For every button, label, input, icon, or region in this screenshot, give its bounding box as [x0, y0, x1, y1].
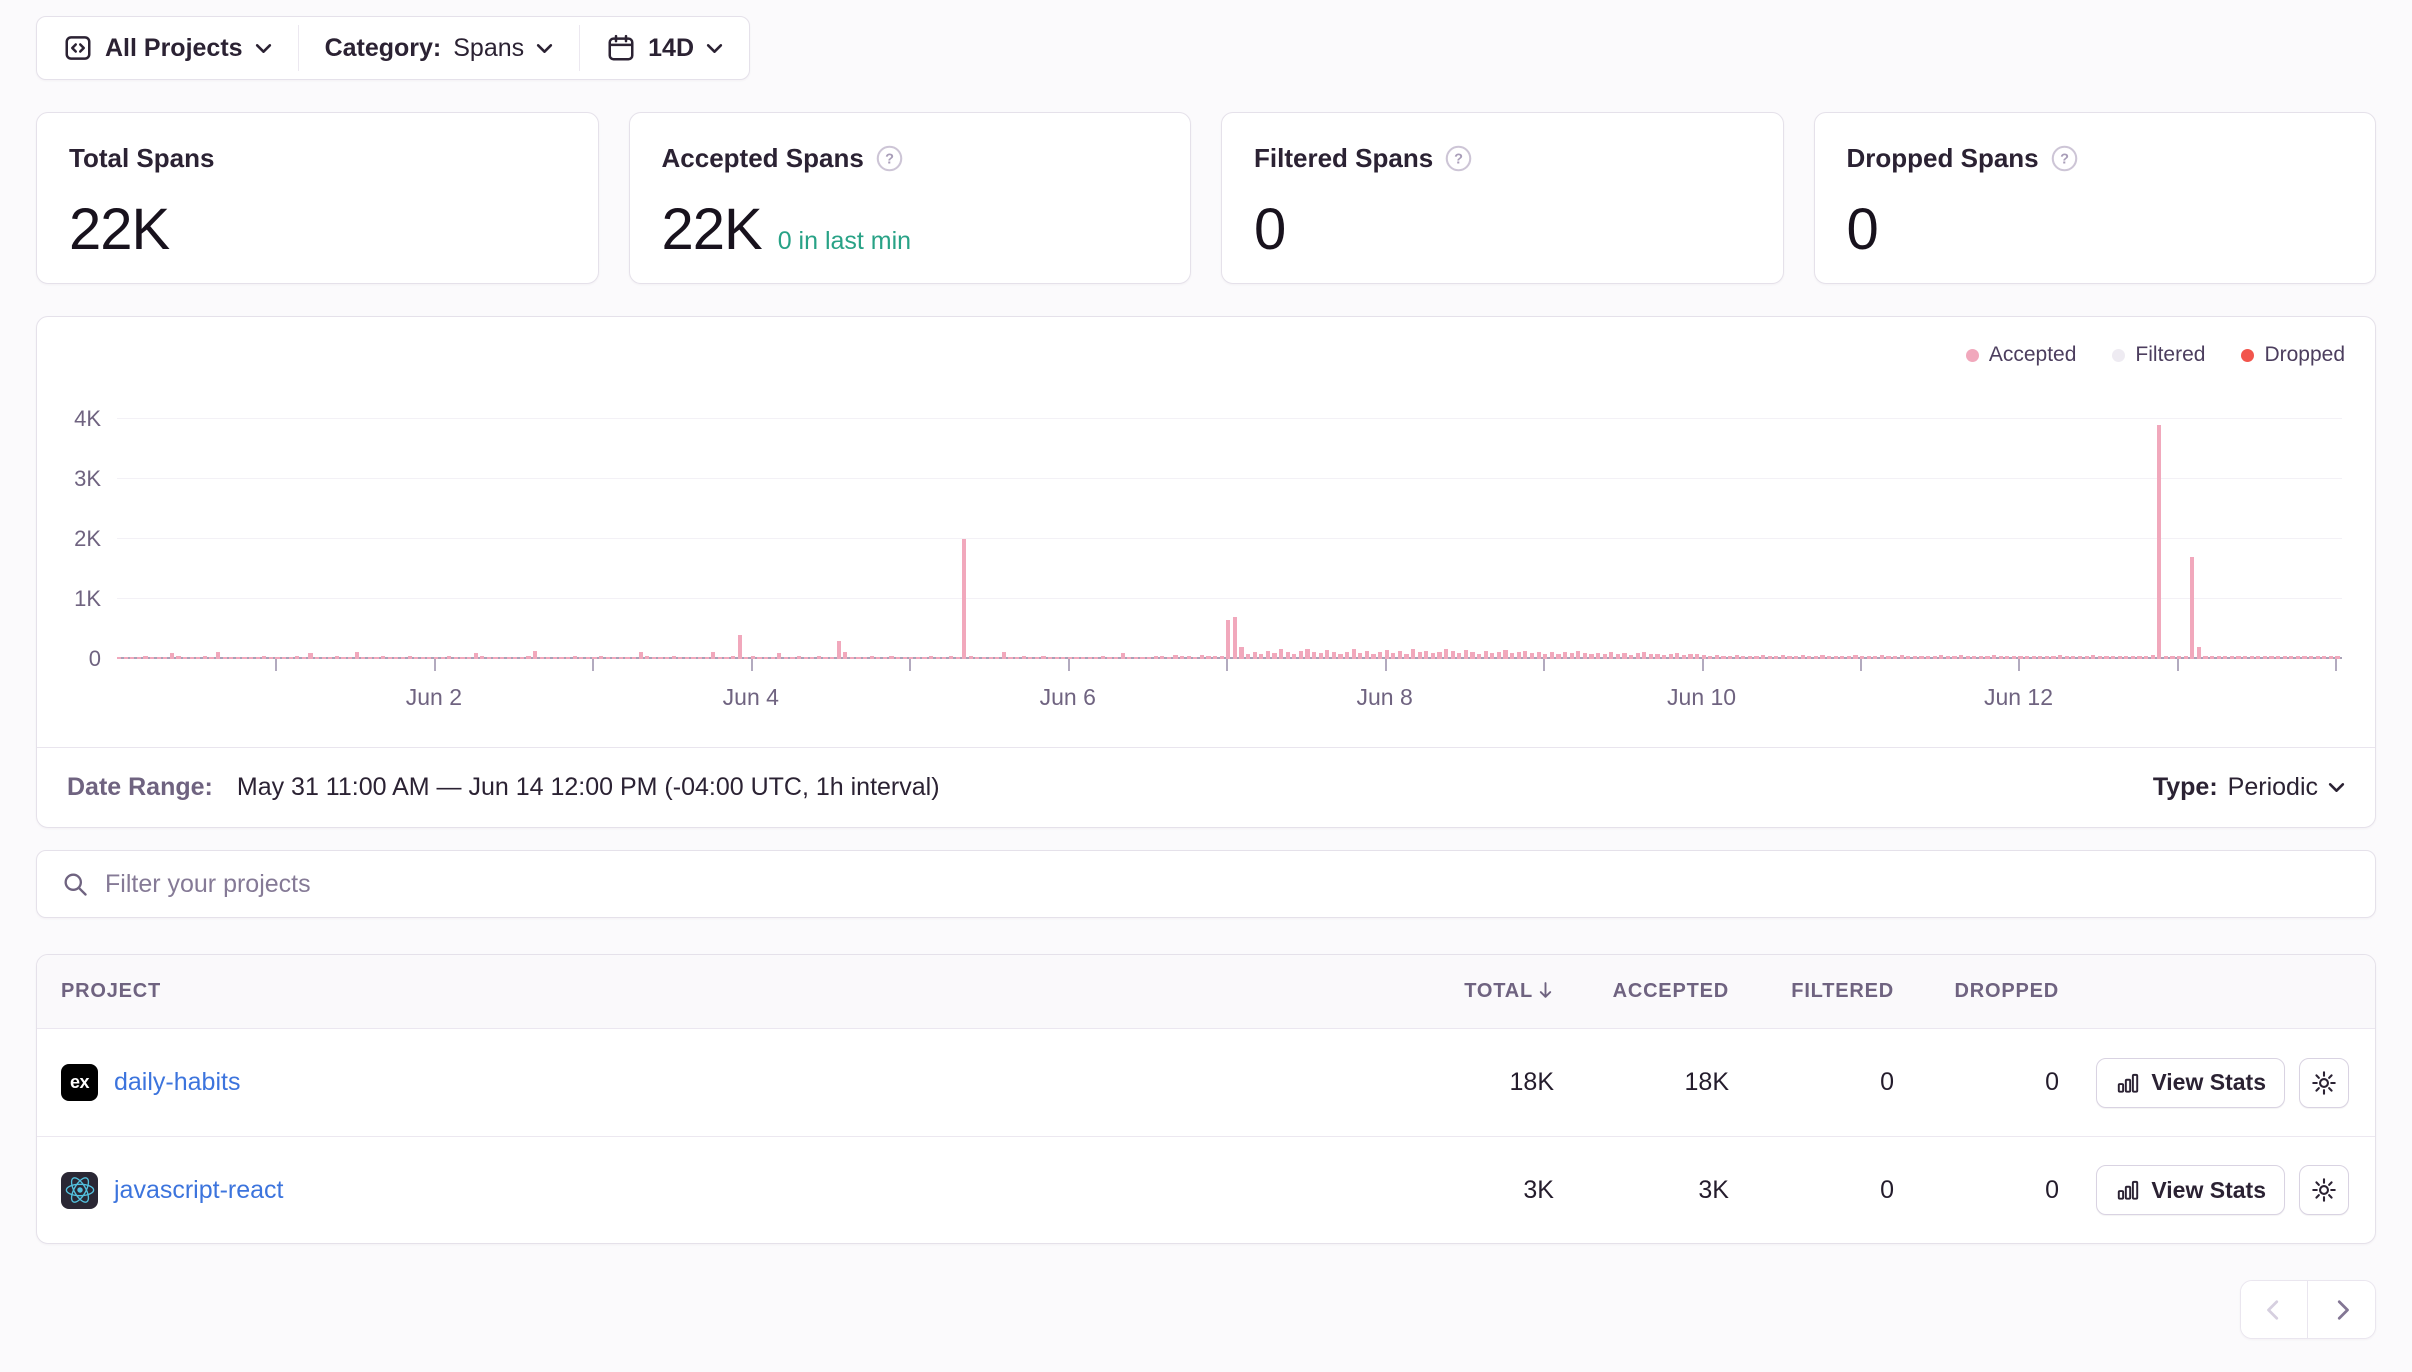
projects-icon: [63, 33, 93, 63]
svg-text:?: ?: [885, 152, 894, 168]
usage-chart: Accepted Filtered Dropped 01K2K3K4KJun 2…: [37, 317, 2375, 747]
filtered-spans-card: Filtered Spans ? 0: [1221, 112, 1784, 284]
card-title: Dropped Spans: [1847, 143, 2039, 174]
date-range-label: Date Range:: [67, 773, 213, 802]
filter-toolbar: All Projects Category: Spans 14D: [36, 16, 750, 80]
filtered-dot-icon: [2112, 349, 2125, 362]
header-total-sort[interactable]: TOTAL: [1379, 980, 1554, 1003]
card-title: Filtered Spans: [1254, 143, 1433, 174]
type-label: Type:: [2153, 773, 2218, 802]
type-selector[interactable]: Type: Periodic: [2153, 773, 2345, 802]
table-header-row: PROJECT TOTAL ACCEPTED FILTERED DROPPED: [37, 955, 2375, 1029]
gear-icon: [2310, 1069, 2338, 1097]
next-page-button[interactable]: [2308, 1281, 2375, 1338]
type-value: Periodic: [2228, 773, 2318, 802]
dropped-dot-icon: [2241, 349, 2254, 362]
legend-filtered[interactable]: Filtered: [2112, 343, 2205, 367]
category-label: Category:: [325, 34, 442, 63]
chart-footer: Date Range: May 31 11:00 AM — Jun 14 12:…: [37, 747, 2375, 827]
chevron-left-icon: [2263, 1299, 2285, 1321]
bar-chart-icon: [2115, 1070, 2141, 1096]
project-selector-label: All Projects: [105, 34, 243, 63]
view-stats-button[interactable]: View Stats: [2096, 1165, 2285, 1215]
dropped-spans-value: 0: [1847, 196, 1878, 263]
accepted-spans-card: Accepted Spans ? 22K 0 in last min: [629, 112, 1192, 284]
pagination-row: [36, 1280, 2376, 1339]
gear-icon: [2310, 1176, 2338, 1204]
accepted-spans-value: 22K: [662, 196, 762, 263]
svg-text:?: ?: [2060, 152, 2069, 168]
category-value: Spans: [453, 34, 524, 63]
help-icon[interactable]: ?: [876, 145, 903, 172]
chart-legend: Accepted Filtered Dropped: [1966, 343, 2345, 367]
legend-accepted[interactable]: Accepted: [1966, 343, 2077, 367]
header-dropped-sort[interactable]: DROPPED: [1894, 980, 2059, 1003]
project-settings-button[interactable]: [2299, 1165, 2349, 1215]
project-filter-bar: [36, 850, 2376, 918]
accepted-dot-icon: [1966, 349, 1979, 362]
search-icon: [61, 870, 89, 898]
chart-plot: 01K2K3K4KJun 2Jun 4Jun 6Jun 8Jun 10Jun 1…: [117, 419, 2342, 659]
filtered-cell: 0: [1729, 1068, 1894, 1097]
date-range-text: May 31 11:00 AM — Jun 14 12:00 PM (-04:0…: [237, 773, 940, 802]
header-accepted-sort[interactable]: ACCEPTED: [1554, 980, 1729, 1003]
svg-text:?: ?: [1454, 152, 1463, 168]
chevron-down-icon: [536, 43, 553, 54]
project-filter-input[interactable]: [105, 870, 2351, 899]
help-icon[interactable]: ?: [2051, 145, 2078, 172]
calendar-icon: [606, 33, 636, 63]
header-filtered-sort[interactable]: FILTERED: [1729, 980, 1894, 1003]
prev-page-button[interactable]: [2241, 1281, 2308, 1338]
date-range-selector[interactable]: 14D: [580, 17, 749, 79]
chevron-down-icon: [255, 43, 272, 54]
pagination: [2240, 1280, 2376, 1339]
accepted-cell: 3K: [1554, 1176, 1729, 1205]
total-cell: 18K: [1379, 1068, 1554, 1097]
chevron-down-icon: [2328, 782, 2345, 793]
help-icon[interactable]: ?: [1445, 145, 1472, 172]
total-spans-value: 22K: [69, 196, 169, 263]
legend-dropped[interactable]: Dropped: [2241, 343, 2345, 367]
project-link[interactable]: daily-habits: [114, 1068, 240, 1097]
view-stats-button[interactable]: View Stats: [2096, 1058, 2285, 1108]
card-title: Accepted Spans: [662, 143, 864, 174]
filtered-spans-value: 0: [1254, 196, 1285, 263]
dropped-spans-card: Dropped Spans ? 0: [1814, 112, 2377, 284]
total-spans-card: Total Spans 22K: [36, 112, 599, 284]
total-cell: 3K: [1379, 1176, 1554, 1205]
dropped-cell: 0: [1894, 1068, 2059, 1097]
usage-chart-card: Accepted Filtered Dropped 01K2K3K4KJun 2…: [36, 316, 2376, 828]
project-selector[interactable]: All Projects: [37, 17, 298, 79]
project-settings-button[interactable]: [2299, 1058, 2349, 1108]
sort-desc-icon: [1537, 981, 1554, 1000]
react-icon: [61, 1172, 98, 1209]
filtered-cell: 0: [1729, 1176, 1894, 1205]
dropped-cell: 0: [1894, 1176, 2059, 1205]
header-project: PROJECT: [61, 980, 1379, 1003]
accepted-cell: 18K: [1554, 1068, 1729, 1097]
accepted-last-min: 0 in last min: [778, 227, 911, 256]
project-link[interactable]: javascript-react: [114, 1176, 284, 1205]
table-row: ex daily-habits 18K 18K 0 0 View Stats: [37, 1029, 2375, 1136]
table-row: javascript-react 3K 3K 0 0 View Stats: [37, 1136, 2375, 1243]
stat-cards-row: Total Spans 22K Accepted Spans ? 22K 0 i…: [36, 112, 2376, 284]
bar-chart-icon: [2115, 1177, 2141, 1203]
chevron-down-icon: [706, 43, 723, 54]
date-range-value: 14D: [648, 34, 694, 63]
projects-table: PROJECT TOTAL ACCEPTED FILTERED DROPPED …: [36, 954, 2376, 1244]
card-title: Total Spans: [69, 143, 214, 174]
stats-page: All Projects Category: Spans 14D Total S…: [0, 0, 2412, 1372]
expo-icon: ex: [61, 1064, 98, 1101]
chevron-right-icon: [2331, 1299, 2353, 1321]
category-selector[interactable]: Category: Spans: [299, 17, 580, 79]
